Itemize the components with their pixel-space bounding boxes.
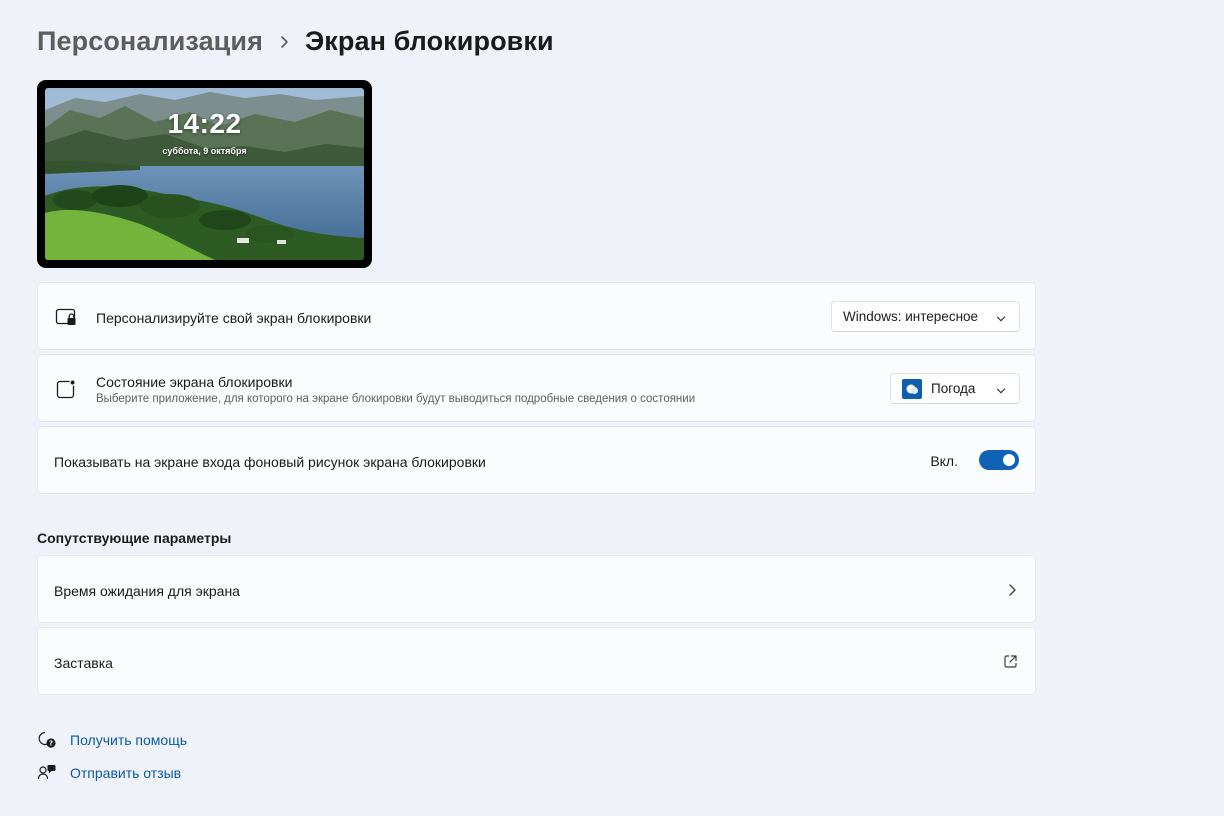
lock-screen-status-value: Погода xyxy=(931,381,976,396)
app-status-icon xyxy=(55,378,77,400)
screensaver-row[interactable]: Заставка xyxy=(37,627,1036,695)
lock-screen-status-row: Состояние экрана блокировки Выберите при… xyxy=(37,354,1036,422)
chevron-down-icon xyxy=(996,384,1006,399)
lock-screen-background-value: Windows: интересное xyxy=(843,309,979,324)
screen-timeout-row[interactable]: Время ожидания для экрана xyxy=(37,555,1036,623)
show-background-on-signin-row: Показывать на экране входа фоновый рисун… xyxy=(37,426,1036,494)
breadcrumb-parent[interactable]: Персонализация xyxy=(37,26,263,57)
chevron-down-icon xyxy=(996,312,1006,327)
show-background-on-signin-title: Показывать на экране входа фоновый рисун… xyxy=(54,454,486,470)
breadcrumb: Персонализация Экран блокировки xyxy=(37,26,554,57)
send-feedback-link[interactable]: Отправить отзыв xyxy=(70,765,181,781)
lock-screen-preview: 14:22 суббота, 9 октября xyxy=(37,80,372,268)
lock-screen-status-subtitle: Выберите приложение, для которого на экр… xyxy=(96,393,696,405)
lock-screen-icon xyxy=(55,306,77,328)
screen-timeout-label: Время ожидания для экрана xyxy=(54,583,240,599)
chevron-right-icon xyxy=(1007,583,1017,602)
show-background-toggle[interactable] xyxy=(979,450,1019,470)
feedback-icon xyxy=(37,763,57,783)
lock-screen-background-dropdown[interactable]: Windows: интересное xyxy=(831,301,1020,332)
open-external-icon xyxy=(1003,654,1018,674)
get-help-link-row[interactable]: ? Получить помощь xyxy=(37,730,187,750)
page-title: Экран блокировки xyxy=(304,26,554,56)
get-help-link[interactable]: Получить помощь xyxy=(70,732,187,748)
screensaver-label: Заставка xyxy=(54,655,113,671)
lock-screen-preview-image: 14:22 суббота, 9 октября xyxy=(45,88,364,260)
chevron-right-icon xyxy=(263,35,305,49)
personalize-lock-screen-title: Персонализируйте свой экран блокировки xyxy=(96,310,372,326)
lock-screen-time: 14:22 xyxy=(167,108,242,139)
personalize-lock-screen-row: Персонализируйте свой экран блокировки W… xyxy=(37,282,1036,350)
send-feedback-link-row[interactable]: Отправить отзыв xyxy=(37,763,181,783)
svg-text:?: ? xyxy=(49,740,53,748)
lock-screen-status-dropdown[interactable]: Погода xyxy=(890,373,1020,404)
help-icon: ? xyxy=(37,730,57,750)
toggle-knob xyxy=(1003,454,1015,466)
lock-screen-status-title: Состояние экрана блокировки xyxy=(96,374,293,390)
toggle-state-label: Вкл. xyxy=(930,453,958,469)
lock-screen-date: суббота, 9 октября xyxy=(162,146,247,156)
related-settings-heading: Сопутствующие параметры xyxy=(37,530,232,546)
weather-app-icon xyxy=(902,378,922,399)
